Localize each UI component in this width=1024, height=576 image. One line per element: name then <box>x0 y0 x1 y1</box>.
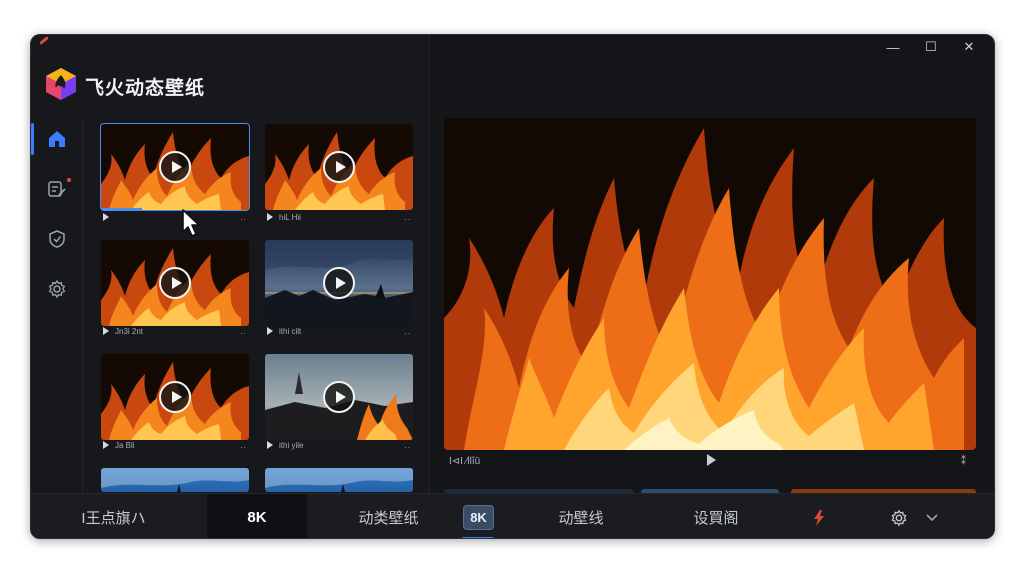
wallpaper-thumbnail[interactable] <box>101 240 249 326</box>
bottom-tab-dynamic[interactable]: 动壁线 <box>531 494 631 538</box>
bottom-dropdown-button[interactable] <box>917 494 947 538</box>
play-small-icon <box>103 327 109 335</box>
nav-edit[interactable] <box>31 167 83 211</box>
home-icon <box>49 131 65 147</box>
edit-icon <box>48 181 66 197</box>
8k-badge: 8K <box>463 505 494 530</box>
play-button[interactable] <box>159 381 191 413</box>
thumbnail-caption: Ja Bli.. <box>103 440 251 450</box>
wallpaper-thumbnail[interactable] <box>265 468 413 492</box>
preview-play-button[interactable] <box>707 454 716 469</box>
more-dots-icon[interactable]: .. <box>405 441 411 450</box>
chevron-down-icon <box>926 513 938 521</box>
bottom-tab-1[interactable]: I王点旗ハ <box>51 494 176 538</box>
sidebar-nav <box>31 117 83 493</box>
preview-fire-image <box>444 118 976 450</box>
minimize-button[interactable]: — <box>874 35 912 59</box>
thumbnail-caption: ithi yile.. <box>267 440 415 450</box>
wallpaper-thumbnail[interactable] <box>265 124 413 210</box>
active-tab-underline <box>462 537 494 538</box>
wallpaper-thumbnail[interactable] <box>100 123 250 211</box>
bottom-tab-8k-badge[interactable]: 8K <box>456 494 501 538</box>
nav-verified[interactable] <box>31 217 83 261</box>
preview-options-icon[interactable]: ⁑ <box>961 456 966 467</box>
play-small-icon <box>267 441 273 449</box>
nav-settings[interactable] <box>31 267 83 311</box>
lightning-icon <box>814 509 824 526</box>
play-button[interactable] <box>159 151 191 183</box>
notification-dot <box>67 178 71 182</box>
gear-icon <box>48 279 66 299</box>
bottom-bar: I王点旗ハ 8K 动类壁纸 8K 动壁线 设買阁 <box>31 493 994 538</box>
maximize-button[interactable]: ☐ <box>912 35 950 59</box>
close-button[interactable]: ✕ <box>950 35 988 59</box>
bottom-tab-settings-text[interactable]: 设買阁 <box>671 494 761 538</box>
wallpaper-thumbnail[interactable] <box>265 240 413 326</box>
gear-icon <box>891 509 907 526</box>
app-title: 飞火动态壁纸 <box>85 78 206 99</box>
thumbnail-caption-text: ithi cilt <box>279 326 302 336</box>
play-small-icon <box>103 213 109 221</box>
wallpaper-thumbnail[interactable] <box>101 354 249 440</box>
bottom-settings-button[interactable] <box>881 494 917 538</box>
thumbnail-caption-text: Jn3i 2nt <box>115 326 144 336</box>
play-button[interactable] <box>323 267 355 299</box>
shield-check-icon <box>49 230 65 248</box>
app-window: — ☐ ✕ 飞火动态壁纸 .. hiL Hii .. Jn3i 2nt .. i… <box>30 34 995 539</box>
thumbnail-caption-text: ithi yile <box>279 440 304 450</box>
wallpaper-preview[interactable] <box>444 118 976 450</box>
thumbnail-caption: ithi cilt.. <box>267 326 415 336</box>
more-dots-icon[interactable]: .. <box>241 213 247 222</box>
mouse-cursor-icon <box>182 209 200 237</box>
preview-title: I⊲I ⁄llîū <box>449 456 481 467</box>
play-small-icon <box>103 441 109 449</box>
play-button[interactable] <box>323 151 355 183</box>
bottom-tab-category[interactable]: 动类壁纸 <box>321 494 456 538</box>
thumbnail-caption-text: hiL Hii <box>279 212 301 222</box>
thumbnail-caption-text: Ja Bli <box>115 440 135 450</box>
thumbnail-caption: Jn3i 2nt.. <box>103 326 251 336</box>
thumbnail-caption: .. <box>103 212 251 222</box>
window-controls: — ☐ ✕ <box>874 35 988 59</box>
app-logo-icon <box>46 68 76 100</box>
wallpaper-thumbnail[interactable] <box>265 354 413 440</box>
wallpaper-thumbnail[interactable] <box>101 468 249 492</box>
play-small-icon <box>267 327 273 335</box>
play-button[interactable] <box>323 381 355 413</box>
bottom-lightning-button[interactable] <box>801 494 837 538</box>
more-dots-icon[interactable]: .. <box>241 441 247 450</box>
play-small-icon <box>267 213 273 221</box>
nav-home[interactable] <box>31 117 83 161</box>
more-dots-icon[interactable]: .. <box>405 213 411 222</box>
bottom-tab-8k[interactable]: 8K <box>207 494 307 538</box>
play-button[interactable] <box>159 267 191 299</box>
more-dots-icon[interactable]: .. <box>405 327 411 336</box>
more-dots-icon[interactable]: .. <box>241 327 247 336</box>
thumbnail-caption: hiL Hii.. <box>267 212 415 222</box>
thumbnail-progress-bar <box>101 208 143 210</box>
